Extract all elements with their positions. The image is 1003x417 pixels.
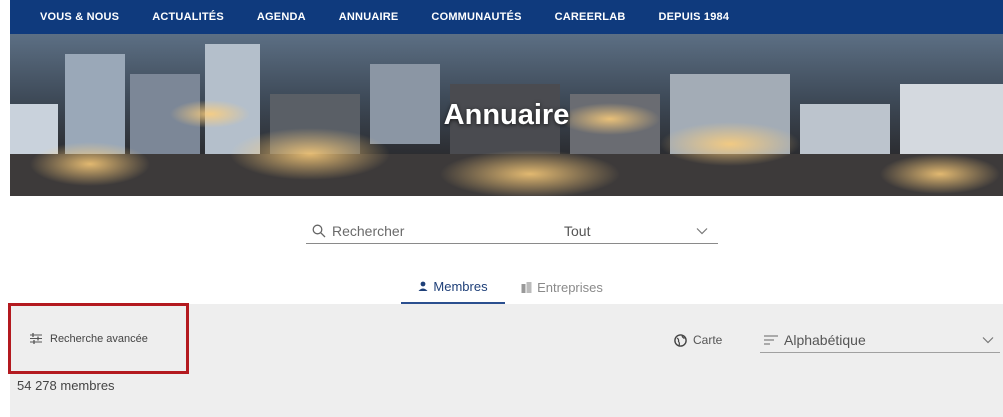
sort-select-value: Alphabétique — [784, 331, 866, 348]
page-title: Annuaire — [443, 98, 570, 131]
sliders-icon — [30, 333, 42, 344]
nav-item-agenda[interactable]: AGENDA — [257, 11, 306, 23]
advanced-search-button[interactable]: Recherche avancée — [8, 303, 189, 374]
building-icon — [521, 281, 532, 293]
map-button[interactable]: Carte — [674, 332, 722, 348]
tab-members-label: Membres — [433, 278, 488, 294]
nav-item-careerlab[interactable]: CAREERLAB — [555, 11, 626, 23]
search-input[interactable] — [332, 222, 552, 239]
tab-companies[interactable]: Entreprises — [512, 270, 612, 304]
nav-item-communautes[interactable]: COMMUNAUTÉS — [431, 11, 521, 23]
sort-icon — [764, 335, 778, 344]
advanced-search-label: Recherche avancée — [50, 332, 148, 345]
tab-companies-label: Entreprises — [537, 279, 603, 295]
chevron-down-icon — [982, 336, 994, 343]
scope-select[interactable]: Tout — [554, 218, 718, 244]
tab-members[interactable]: Membres — [401, 270, 505, 304]
map-label: Carte — [693, 333, 723, 347]
nav-item-annuaire[interactable]: ANNUAIRE — [339, 11, 399, 23]
globe-icon — [674, 333, 687, 347]
search-field[interactable] — [306, 218, 568, 244]
chevron-down-icon — [696, 227, 708, 234]
sort-select[interactable]: Alphabétique — [760, 327, 1000, 353]
hero-banner: Annuaire — [10, 34, 1003, 196]
nav-item-actualites[interactable]: ACTUALITÉS — [152, 11, 224, 23]
scope-select-value: Tout — [564, 222, 591, 239]
nav-item-depuis-1984[interactable]: DEPUIS 1984 — [658, 11, 729, 23]
nav-item-vous-nous[interactable]: VOUS & NOUS — [40, 11, 119, 23]
top-navigation: VOUS & NOUS ACTUALITÉS AGENDA ANNUAIRE C… — [10, 0, 1003, 34]
results-count: 54 278 membres — [17, 378, 115, 393]
search-icon — [312, 224, 326, 237]
person-icon — [418, 281, 428, 291]
